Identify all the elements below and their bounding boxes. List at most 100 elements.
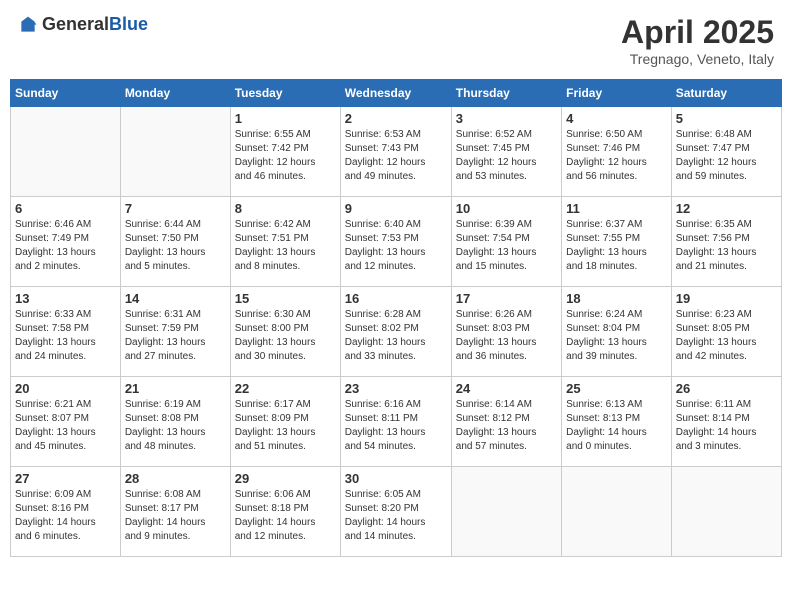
table-row: 1Sunrise: 6:55 AM Sunset: 7:42 PM Daylig… (230, 107, 340, 197)
day-info: Sunrise: 6:42 AM Sunset: 7:51 PM Dayligh… (235, 218, 336, 274)
logo-icon (18, 15, 38, 35)
day-number: 7 (125, 201, 226, 216)
day-info: Sunrise: 6:37 AM Sunset: 7:55 PM Dayligh… (566, 218, 667, 274)
col-friday: Friday (562, 80, 672, 107)
day-number: 28 (125, 471, 226, 486)
col-monday: Monday (120, 80, 230, 107)
day-number: 13 (15, 291, 116, 306)
table-row: 15 Sunrise: 6:30 AM Sunset: 8:00 PM Dayli… (230, 287, 340, 377)
table-row: 21Sunrise: 6:19 AM Sunset: 8:08 PM Dayli… (120, 377, 230, 467)
day-number: 12 (676, 201, 777, 216)
day-number: 20 (15, 381, 116, 396)
col-tuesday: Tuesday (230, 80, 340, 107)
day-info: Sunrise: 6:31 AM Sunset: 7:59 PM Dayligh… (125, 308, 226, 364)
table-row: 14Sunrise: 6:31 AM Sunset: 7:59 PM Dayli… (120, 287, 230, 377)
day-number: 4 (566, 111, 667, 126)
calendar-table: Sunday Monday Tuesday Wednesday Thursday… (10, 79, 782, 557)
col-thursday: Thursday (451, 80, 561, 107)
table-row: 20 Sunrise: 6:21 AM Sunset: 8:07 PM Dayli… (11, 377, 121, 467)
day-number: 6 (15, 201, 116, 216)
day-info: Sunrise: 6:08 AM Sunset: 8:17 PM Dayligh… (125, 488, 226, 544)
col-wednesday: Wednesday (340, 80, 451, 107)
day-info: Sunrise: 6:21 AM Sunset: 8:07 PM Dayligh… (15, 398, 116, 454)
table-row: 16Sunrise: 6:28 AM Sunset: 8:02 PM Dayli… (340, 287, 451, 377)
day-info: Sunrise: 6:35 AM Sunset: 7:56 PM Dayligh… (676, 218, 777, 274)
day-info: Sunrise: 6:50 AM Sunset: 7:46 PM Dayligh… (566, 128, 667, 184)
day-number: 8 (235, 201, 336, 216)
table-row (120, 107, 230, 197)
day-info: Sunrise: 6:11 AM Sunset: 8:14 PM Dayligh… (676, 398, 777, 454)
table-row: 4 Sunrise: 6:50 AM Sunset: 7:46 PM Daylig… (562, 107, 672, 197)
day-info: Sunrise: 6:26 AM Sunset: 8:03 PM Dayligh… (456, 308, 557, 364)
table-row: 10 Sunrise: 6:39 AM Sunset: 7:54 PM Dayli… (451, 197, 561, 287)
day-info: Sunrise: 6:19 AM Sunset: 8:08 PM Dayligh… (125, 398, 226, 454)
table-row: 30 Sunrise: 6:05 AM Sunset: 8:20 PM Dayli… (340, 467, 451, 557)
table-row: 7 Sunrise: 6:44 AM Sunset: 7:50 PM Daylig… (120, 197, 230, 287)
table-row: 5 Sunrise: 6:48 AM Sunset: 7:47 PM Daylig… (671, 107, 781, 197)
table-row: 24 Sunrise: 6:14 AM Sunset: 8:12 PM Dayli… (451, 377, 561, 467)
title-area: April 2025 Tregnago, Veneto, Italy (621, 14, 774, 67)
table-row: 28 Sunrise: 6:08 AM Sunset: 8:17 PM Dayli… (120, 467, 230, 557)
day-number: 30 (345, 471, 447, 486)
table-row: 8 Sunrise: 6:42 AM Sunset: 7:51 PM Daylig… (230, 197, 340, 287)
day-info: Sunrise: 6:53 AM Sunset: 7:43 PM Dayligh… (345, 128, 447, 184)
logo-general-text: General (42, 14, 109, 34)
day-number: 22 (235, 381, 336, 396)
day-number: 11 (566, 201, 667, 216)
table-row: 9Sunrise: 6:40 AM Sunset: 7:53 PM Daylig… (340, 197, 451, 287)
table-row (451, 467, 561, 557)
calendar-week-row: 20 Sunrise: 6:21 AM Sunset: 8:07 PM Dayli… (11, 377, 782, 467)
table-row (562, 467, 672, 557)
calendar-week-row: 13Sunrise: 6:33 AM Sunset: 7:58 PM Dayli… (11, 287, 782, 377)
table-row: 17 Sunrise: 6:26 AM Sunset: 8:03 PM Dayli… (451, 287, 561, 377)
day-info: Sunrise: 6:52 AM Sunset: 7:45 PM Dayligh… (456, 128, 557, 184)
page-header: GeneralBlue April 2025 Tregnago, Veneto,… (10, 10, 782, 71)
table-row: 23 Sunrise: 6:16 AM Sunset: 8:11 PM Dayli… (340, 377, 451, 467)
day-info: Sunrise: 6:24 AM Sunset: 8:04 PM Dayligh… (566, 308, 667, 364)
day-number: 27 (15, 471, 116, 486)
day-info: Sunrise: 6:05 AM Sunset: 8:20 PM Dayligh… (345, 488, 447, 544)
col-sunday: Sunday (11, 80, 121, 107)
day-number: 23 (345, 381, 447, 396)
day-number: 25 (566, 381, 667, 396)
day-number: 1 (235, 111, 336, 126)
day-info: Sunrise: 6:44 AM Sunset: 7:50 PM Dayligh… (125, 218, 226, 274)
location-text: Tregnago, Veneto, Italy (621, 51, 774, 67)
table-row: 22Sunrise: 6:17 AM Sunset: 8:09 PM Dayli… (230, 377, 340, 467)
table-row: 11 Sunrise: 6:37 AM Sunset: 7:55 PM Dayli… (562, 197, 672, 287)
day-number: 18 (566, 291, 667, 306)
calendar-week-row: 27 Sunrise: 6:09 AM Sunset: 8:16 PM Dayli… (11, 467, 782, 557)
table-row (671, 467, 781, 557)
day-number: 24 (456, 381, 557, 396)
day-info: Sunrise: 6:46 AM Sunset: 7:49 PM Dayligh… (15, 218, 116, 274)
day-number: 19 (676, 291, 777, 306)
day-number: 2 (345, 111, 447, 126)
day-number: 3 (456, 111, 557, 126)
day-info: Sunrise: 6:30 AM Sunset: 8:00 PM Dayligh… (235, 308, 336, 364)
day-info: Sunrise: 6:14 AM Sunset: 8:12 PM Dayligh… (456, 398, 557, 454)
day-info: Sunrise: 6:09 AM Sunset: 8:16 PM Dayligh… (15, 488, 116, 544)
table-row: 29 Sunrise: 6:06 AM Sunset: 8:18 PM Dayli… (230, 467, 340, 557)
day-number: 29 (235, 471, 336, 486)
day-number: 10 (456, 201, 557, 216)
table-row: 3 Sunrise: 6:52 AM Sunset: 7:45 PM Daylig… (451, 107, 561, 197)
day-info: Sunrise: 6:48 AM Sunset: 7:47 PM Dayligh… (676, 128, 777, 184)
day-number: 17 (456, 291, 557, 306)
table-row: 13Sunrise: 6:33 AM Sunset: 7:58 PM Dayli… (11, 287, 121, 377)
day-info: Sunrise: 6:16 AM Sunset: 8:11 PM Dayligh… (345, 398, 447, 454)
day-number: 15 (235, 291, 336, 306)
day-number: 5 (676, 111, 777, 126)
day-info: Sunrise: 6:39 AM Sunset: 7:54 PM Dayligh… (456, 218, 557, 274)
logo: GeneralBlue (18, 14, 148, 35)
table-row: 2 Sunrise: 6:53 AM Sunset: 7:43 PM Daylig… (340, 107, 451, 197)
table-row: 18 Sunrise: 6:24 AM Sunset: 8:04 PM Dayli… (562, 287, 672, 377)
table-row: 27 Sunrise: 6:09 AM Sunset: 8:16 PM Dayli… (11, 467, 121, 557)
table-row: 26 Sunrise: 6:11 AM Sunset: 8:14 PM Dayli… (671, 377, 781, 467)
table-row: 12 Sunrise: 6:35 AM Sunset: 7:56 PM Dayli… (671, 197, 781, 287)
day-info: Sunrise: 6:06 AM Sunset: 8:18 PM Dayligh… (235, 488, 336, 544)
table-row: 25 Sunrise: 6:13 AM Sunset: 8:13 PM Dayli… (562, 377, 672, 467)
col-saturday: Saturday (671, 80, 781, 107)
day-info: Sunrise: 6:13 AM Sunset: 8:13 PM Dayligh… (566, 398, 667, 454)
day-number: 26 (676, 381, 777, 396)
day-info: Sunrise: 6:40 AM Sunset: 7:53 PM Dayligh… (345, 218, 447, 274)
